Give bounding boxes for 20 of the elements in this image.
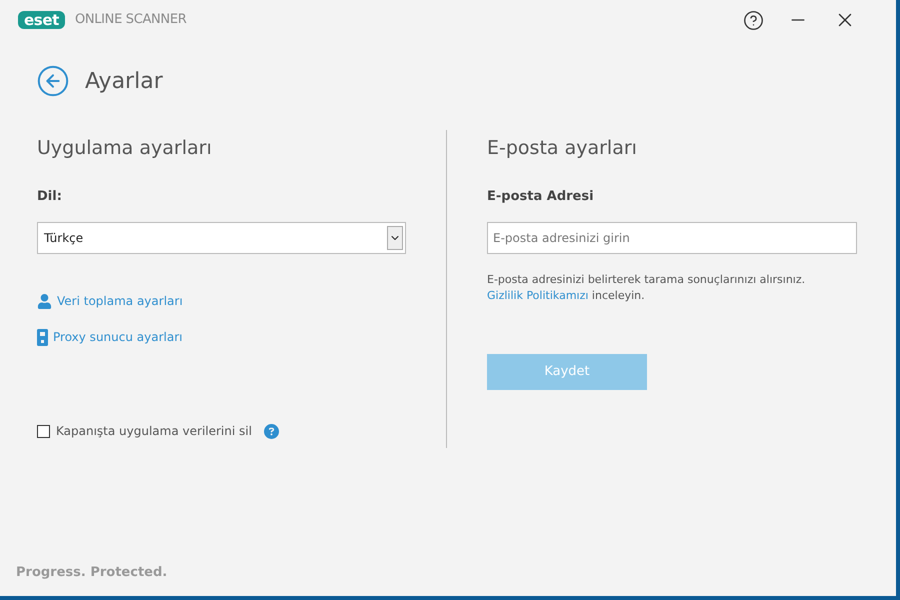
language-dropdown[interactable]: Türkçe: [37, 222, 406, 254]
tagline: Progress. Protected.: [15, 564, 168, 582]
page-title: Ayarlar: [85, 68, 163, 96]
section-heading: E-posta ayarları: [487, 136, 638, 161]
help-icon[interactable]: [743, 10, 764, 30]
checkbox[interactable]: [37, 424, 50, 438]
person-icon: [37, 294, 52, 308]
info-text: E-posta adresinizi belirterek tarama sonuçlarınızı alırsınız. Gizlilik Politikamızı inceleyin.: [487, 272, 806, 304]
device-icon: [37, 328, 48, 346]
field-label: E-posta Adresi: [487, 188, 595, 206]
settings-link[interactable]: Proxy sunucu ayarları: [53, 328, 182, 346]
logo: eset: [18, 11, 65, 29]
back-button[interactable]: [36, 64, 70, 98]
checkbox-label: Kapanışta uygulama verilerini sil: [56, 423, 252, 440]
settings-link[interactable]: Veri toplama ayarları: [57, 292, 183, 310]
window-title: ONLINE SCANNER: [74, 11, 186, 30]
field-label: Dil:: [37, 188, 63, 206]
email-field[interactable]: E-posta adresinizi girin: [487, 222, 857, 254]
section-heading: Uygulama ayarları: [37, 136, 213, 161]
privacy-link[interactable]: Gizlilik Politikamızı: [487, 289, 588, 302]
